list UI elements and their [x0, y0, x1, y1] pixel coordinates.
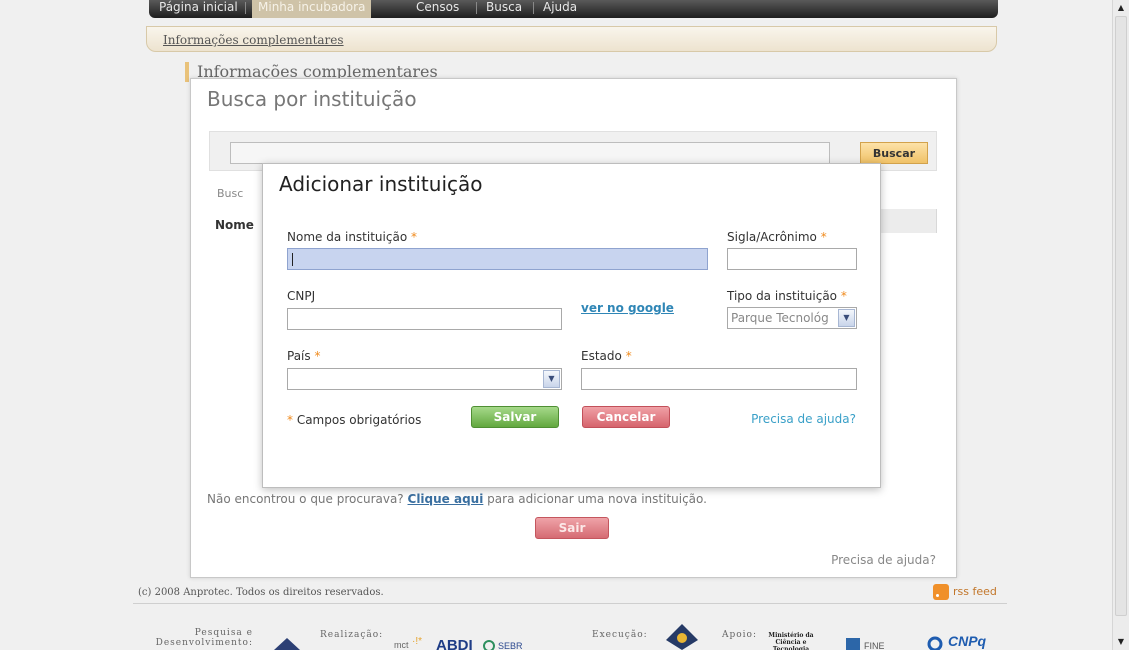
- ver-no-google-link[interactable]: ver no google: [581, 301, 674, 315]
- pais-label-text: País: [287, 349, 311, 363]
- rss-icon: [933, 584, 949, 600]
- salvar-button[interactable]: Salvar: [471, 406, 559, 428]
- tipo-label-text: Tipo da instituição: [727, 289, 838, 303]
- modal-help-link[interactable]: Precisa de ajuda?: [751, 412, 856, 426]
- search-results-label: Busc: [217, 187, 244, 200]
- ministerio-logo-text: Ministério da Ciência e Tecnologia: [768, 632, 814, 650]
- sigla-input[interactable]: [727, 248, 857, 270]
- cnpq-logo-icon: [927, 636, 943, 650]
- estado-label: Estado *: [581, 349, 632, 363]
- estado-label-text: Estado: [581, 349, 622, 363]
- sponsor-logos-icon: mct ·!* ABDI SEBR: [394, 636, 523, 650]
- tipo-label: Tipo da instituição *: [727, 289, 847, 303]
- nav-separator: [245, 2, 246, 14]
- institution-search-input[interactable]: [230, 142, 830, 164]
- nav-separator: [533, 2, 534, 14]
- cnpj-input[interactable]: [287, 308, 562, 330]
- nome-input[interactable]: [287, 248, 708, 270]
- required-note: * Campos obrigatórios: [287, 413, 421, 427]
- add-institution-modal: Adicionar instituição Nome da instituiçã…: [262, 163, 881, 488]
- apoio-logo-icon: FINEP: [846, 638, 884, 650]
- chevron-down-icon[interactable]: ▼: [543, 370, 560, 388]
- svg-text:·!*: ·!*: [412, 636, 422, 647]
- column-header-nome: Nome: [215, 218, 254, 232]
- breadcrumb: Informações complementares: [146, 26, 997, 52]
- sponsor-logo-icon: [274, 638, 300, 650]
- sair-button[interactable]: Sair: [535, 517, 609, 539]
- copyright: (c) 2008 Anprotec. Todos os direitos res…: [138, 587, 384, 598]
- tab-censos[interactable]: Censos: [416, 0, 459, 18]
- search-help-link[interactable]: Precisa de ajuda?: [831, 553, 936, 567]
- rss-label: rss feed: [953, 585, 997, 598]
- sponsor-realizacao-label: Realização:: [320, 630, 384, 640]
- required-marker: *: [625, 349, 632, 363]
- sigla-label-text: Sigla/Acrônimo: [727, 230, 817, 244]
- cnpj-label: CNPJ: [287, 289, 316, 303]
- breadcrumb-link[interactable]: Informações complementares: [163, 33, 344, 47]
- sponsor-apoio-label: Apoio:: [722, 630, 758, 640]
- nome-label: Nome da instituição *: [287, 230, 417, 244]
- vertical-scrollbar[interactable]: ▲ ▼: [1112, 0, 1129, 650]
- add-new-text: para adicionar uma nova instituição.: [487, 492, 707, 506]
- required-marker: *: [840, 289, 847, 303]
- nav-separator: [476, 2, 477, 14]
- search-dialog-title: Busca por instituição: [207, 87, 417, 111]
- tab-ajuda[interactable]: Ajuda: [543, 0, 577, 18]
- top-navigation: Página inicial Minha incubadora Censos B…: [149, 0, 998, 18]
- tab-pagina-inicial[interactable]: Página inicial: [159, 0, 238, 18]
- svg-text:mct: mct: [394, 640, 409, 650]
- cancelar-button[interactable]: Cancelar: [582, 406, 670, 428]
- tipo-select-value: Parque Tecnológ: [731, 311, 829, 325]
- execucao-logo-icon: [666, 624, 698, 650]
- sigla-label: Sigla/Acrônimo *: [727, 230, 827, 244]
- rss-feed-link[interactable]: rss feed: [933, 584, 997, 600]
- not-found-text: Não encontrou o que procurava?: [207, 492, 404, 506]
- scroll-down-icon[interactable]: ▼: [1113, 634, 1129, 650]
- estado-input[interactable]: [581, 368, 857, 390]
- footer-divider: [133, 603, 1007, 604]
- scrollbar-thumb[interactable]: [1115, 16, 1127, 616]
- not-found-message: Não encontrou o que procurava? Clique aq…: [207, 492, 707, 506]
- sponsor-pesquisa-label: Pesquisa e Desenvolvimento:: [155, 628, 253, 648]
- svg-text:SEBR: SEBR: [498, 641, 523, 650]
- scroll-up-icon[interactable]: ▲: [1113, 0, 1129, 16]
- cnpq-logo-text: CNPq: [948, 633, 987, 649]
- chevron-down-icon[interactable]: ▼: [838, 309, 855, 327]
- tab-minha-incubadora[interactable]: Minha incubadora: [252, 0, 372, 18]
- nome-label-text: Nome da instituição: [287, 230, 408, 244]
- required-marker: *: [314, 349, 321, 363]
- modal-title: Adicionar instituição: [279, 172, 483, 196]
- buscar-button[interactable]: Buscar: [860, 142, 928, 164]
- required-marker: *: [411, 230, 417, 244]
- required-note-text: Campos obrigatórios: [296, 413, 422, 427]
- svg-text:ABDI: ABDI: [436, 637, 473, 650]
- tipo-select[interactable]: Parque Tecnológ ▼: [727, 307, 857, 329]
- pais-label: País *: [287, 349, 320, 363]
- table-header-bar: [879, 209, 937, 233]
- text-caret: [292, 253, 293, 266]
- sponsor-execucao-label: Execução:: [592, 630, 648, 640]
- required-marker: *: [820, 230, 827, 244]
- clique-aqui-link[interactable]: Clique aqui: [408, 492, 484, 506]
- tab-busca[interactable]: Busca: [486, 0, 522, 18]
- required-marker: *: [287, 413, 293, 427]
- svg-text:FINEP: FINEP: [864, 641, 884, 650]
- pais-select[interactable]: ▼: [287, 368, 562, 390]
